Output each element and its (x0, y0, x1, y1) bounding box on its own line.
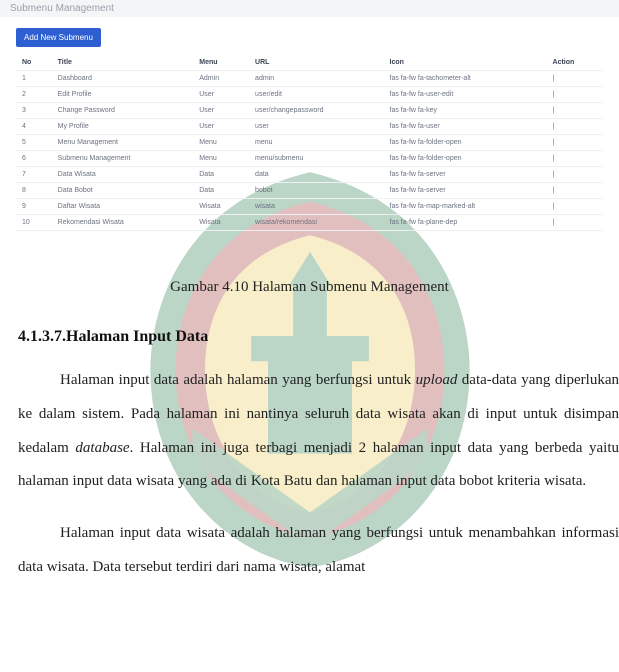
td-title: Rekomendasi Wisata (52, 215, 194, 231)
td-menu: User (193, 119, 249, 135)
p2-t1: Halaman input data wisata adalah halaman… (18, 525, 619, 575)
td-title: Change Password (52, 103, 194, 119)
td-url: user/edit (249, 87, 383, 103)
td-menu: Data (193, 183, 249, 199)
th-action: Action (547, 55, 603, 71)
paragraph-1: Halaman input data adalah halaman yang b… (18, 364, 619, 499)
table-row: 2Edit ProfileUseruser/editfas fa-fw fa-u… (16, 87, 603, 103)
td-icon: fas fa-fw fa-server (384, 167, 547, 183)
td-menu: Admin (193, 71, 249, 87)
td-action[interactable]: | (547, 183, 603, 199)
breadcrumb-label: Submenu Management (10, 3, 114, 14)
table-row: 1DashboardAdminadminfas fa-fw fa-tachome… (16, 71, 603, 87)
td-action[interactable]: | (547, 135, 603, 151)
td-action[interactable]: | (547, 215, 603, 231)
td-title: Menu Management (52, 135, 194, 151)
td-no: 5 (16, 135, 52, 151)
td-title: My Profile (52, 119, 194, 135)
td-icon: fas fa-fw fa-user (384, 119, 547, 135)
breadcrumb: Submenu Management (0, 0, 619, 17)
table-row: 7Data WisataDatadatafas fa-fw fa-server| (16, 167, 603, 183)
td-menu: Wisata (193, 215, 249, 231)
th-title: Title (52, 55, 194, 71)
td-title: Data Wisata (52, 167, 194, 183)
td-url: menu (249, 135, 383, 151)
table-header-row: No Title Menu URL Icon Action (16, 55, 603, 71)
td-menu: Wisata (193, 199, 249, 215)
td-url: user/changepassword (249, 103, 383, 119)
td-action[interactable]: | (547, 199, 603, 215)
td-no: 10 (16, 215, 52, 231)
td-url: bobot (249, 183, 383, 199)
th-url: URL (249, 55, 383, 71)
td-icon: fas fa-fw fa-user-edit (384, 87, 547, 103)
td-icon: fas fa-fw fa-map-marked-alt (384, 199, 547, 215)
td-no: 4 (16, 119, 52, 135)
td-no: 3 (16, 103, 52, 119)
p1-t1: Halaman input data adalah halaman yang b… (60, 372, 416, 388)
td-title: Edit Profile (52, 87, 194, 103)
td-icon: fas fa-fw fa-key (384, 103, 547, 119)
td-icon: fas fa-fw fa-plane-dep (384, 215, 547, 231)
td-icon: fas fa-fw fa-folder-open (384, 151, 547, 167)
paragraph-2: Halaman input data wisata adalah halaman… (18, 517, 619, 585)
td-no: 7 (16, 167, 52, 183)
th-icon: Icon (384, 55, 547, 71)
figure-caption: Gambar 4.10 Halaman Submenu Management (0, 279, 619, 296)
td-url: user (249, 119, 383, 135)
submenu-table: No Title Menu URL Icon Action 1Dashboard… (16, 55, 603, 231)
td-no: 8 (16, 183, 52, 199)
th-no: No (16, 55, 52, 71)
td-no: 1 (16, 71, 52, 87)
td-title: Submenu Management (52, 151, 194, 167)
table-row: 9Daftar WisataWisatawisatafas fa-fw fa-m… (16, 199, 603, 215)
td-menu: Data (193, 167, 249, 183)
section-number: 4.1.3.7. (18, 328, 66, 345)
section-title-text: Halaman Input Data (66, 328, 208, 345)
td-no: 2 (16, 87, 52, 103)
td-action[interactable]: | (547, 71, 603, 87)
section-heading: 4.1.3.7.Halaman Input Data (18, 328, 619, 346)
td-menu: User (193, 103, 249, 119)
td-action[interactable]: | (547, 103, 603, 119)
td-url: wisata (249, 199, 383, 215)
add-new-submenu-button[interactable]: Add New Submenu (16, 28, 101, 47)
td-title: Daftar Wisata (52, 199, 194, 215)
td-menu: Menu (193, 151, 249, 167)
submenu-panel: Add New Submenu No Title Menu URL Icon A… (0, 17, 619, 243)
th-menu: Menu (193, 55, 249, 71)
td-url: admin (249, 71, 383, 87)
td-url: menu/submenu (249, 151, 383, 167)
td-icon: fas fa-fw fa-folder-open (384, 135, 547, 151)
table-body: 1DashboardAdminadminfas fa-fw fa-tachome… (16, 71, 603, 231)
td-icon: fas fa-fw fa-tachometer-alt (384, 71, 547, 87)
p1-em2: database (75, 440, 129, 456)
td-action[interactable]: | (547, 167, 603, 183)
td-url: data (249, 167, 383, 183)
table-row: 5Menu ManagementMenumenufas fa-fw fa-fol… (16, 135, 603, 151)
table-row: 6Submenu ManagementMenumenu/submenufas f… (16, 151, 603, 167)
td-action[interactable]: | (547, 151, 603, 167)
table-row: 3Change PasswordUseruser/changepasswordf… (16, 103, 603, 119)
td-menu: Menu (193, 135, 249, 151)
td-action[interactable]: | (547, 119, 603, 135)
td-no: 6 (16, 151, 52, 167)
td-no: 9 (16, 199, 52, 215)
td-action[interactable]: | (547, 87, 603, 103)
td-menu: User (193, 87, 249, 103)
td-title: Data Bobot (52, 183, 194, 199)
td-icon: fas fa-fw fa-server (384, 183, 547, 199)
table-row: 8Data BobotDatabobotfas fa-fw fa-server| (16, 183, 603, 199)
td-url: wisata/rekomendasi (249, 215, 383, 231)
table-row: 4My ProfileUseruserfas fa-fw fa-user| (16, 119, 603, 135)
p1-em1: upload (416, 372, 458, 388)
table-row: 10Rekomendasi WisataWisatawisata/rekomen… (16, 215, 603, 231)
td-title: Dashboard (52, 71, 194, 87)
